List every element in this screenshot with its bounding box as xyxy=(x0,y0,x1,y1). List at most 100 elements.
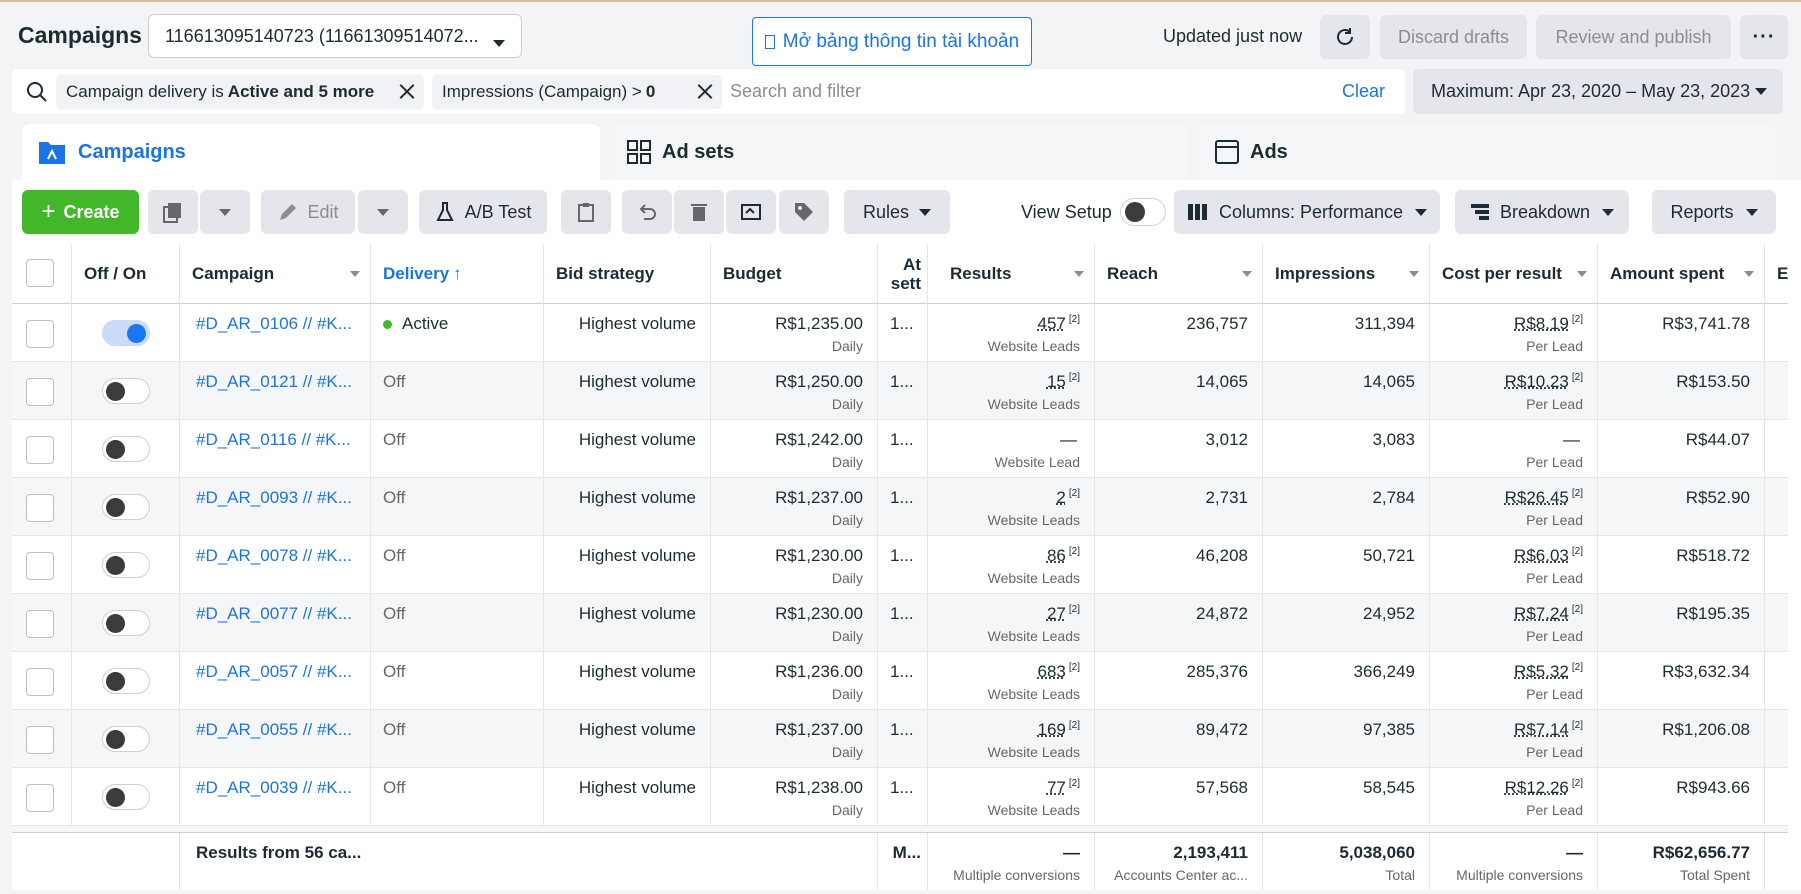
row-checkbox[interactable] xyxy=(26,378,54,406)
filter-chip-delivery[interactable]: Campaign delivery is Active and 5 more xyxy=(56,75,424,109)
columns-button[interactable]: Columns: Performance xyxy=(1174,190,1440,234)
header-amount-spent[interactable]: Amount spent xyxy=(1598,244,1765,304)
campaign-toggle[interactable] xyxy=(102,436,150,462)
export-button[interactable] xyxy=(726,190,776,234)
campaign-toggle[interactable] xyxy=(102,668,150,694)
header-delivery[interactable]: Delivery ↑ xyxy=(371,244,544,304)
campaign-toggle[interactable] xyxy=(102,552,150,578)
campaign-name-link[interactable]: #D_AR_0093 // #K... xyxy=(196,488,352,508)
rules-button[interactable]: Rules xyxy=(844,190,950,234)
budget-value[interactable]: R$1,237.00 xyxy=(775,720,863,740)
duplicate-button[interactable] xyxy=(148,190,198,234)
edit-dropdown[interactable] xyxy=(358,190,408,234)
table-row[interactable]: #D_AR_0106 // #K... Active Highest volume R… xyxy=(12,304,1788,362)
header-budget[interactable]: Budget xyxy=(711,244,878,304)
table-row[interactable]: #D_AR_0078 // #K... Off Highest volume R$1,… xyxy=(12,536,1788,594)
close-icon[interactable] xyxy=(694,80,716,102)
tab-ad-sets[interactable]: Ad sets xyxy=(610,124,1188,180)
account-info-button[interactable]: Mở bảng thông tin tài khoản xyxy=(752,17,1032,66)
sort-icon[interactable] xyxy=(1074,271,1084,277)
vertical-scrollbar[interactable] xyxy=(1788,180,1801,890)
campaign-name-link[interactable]: #D_AR_0077 // #K... xyxy=(196,604,352,624)
filter-chip-impressions[interactable]: Impressions (Campaign) > 0 xyxy=(432,75,722,109)
campaign-name-link[interactable]: #D_AR_0055 // #K... xyxy=(196,720,352,740)
row-checkbox[interactable] xyxy=(26,320,54,348)
campaign-name-link[interactable]: #D_AR_0078 // #K... xyxy=(196,546,352,566)
sort-icon[interactable] xyxy=(1409,271,1419,277)
ab-test-button[interactable]: A/B Test xyxy=(419,190,547,234)
close-icon[interactable] xyxy=(396,80,418,102)
table-row[interactable]: #D_AR_0055 // #K... Off Highest volume R$1,… xyxy=(12,710,1788,768)
sort-icon[interactable] xyxy=(1242,271,1252,277)
breakdown-button[interactable]: Breakdown xyxy=(1455,190,1629,234)
duplicate-dropdown[interactable] xyxy=(200,190,250,234)
budget-value[interactable]: R$1,236.00 xyxy=(775,662,863,682)
budget-type: Daily xyxy=(831,628,863,644)
clear-filters-link[interactable]: Clear xyxy=(1342,81,1385,102)
row-checkbox[interactable] xyxy=(26,668,54,696)
reach-value: 14,065 xyxy=(1196,372,1248,391)
header-reach[interactable]: Reach xyxy=(1095,244,1263,304)
table-row[interactable]: #D_AR_0039 // #K... Off Highest volume R$1,… xyxy=(12,768,1788,826)
row-checkbox[interactable] xyxy=(26,610,54,638)
campaign-name-link[interactable]: #D_AR_0106 // #K... xyxy=(196,314,352,334)
create-button[interactable]: + Create xyxy=(22,190,139,234)
view-setup-toggle[interactable] xyxy=(1120,198,1166,226)
campaign-name-link[interactable]: #D_AR_0039 // #K... xyxy=(196,778,352,798)
budget-value[interactable]: R$1,235.00 xyxy=(775,314,863,334)
row-checkbox[interactable] xyxy=(26,436,54,464)
campaign-toggle[interactable] xyxy=(102,726,150,752)
sort-icon[interactable] xyxy=(1744,271,1754,277)
tag-button[interactable] xyxy=(779,190,829,234)
select-all-checkbox[interactable] xyxy=(26,259,54,287)
campaign-toggle[interactable] xyxy=(102,610,150,636)
campaign-toggle[interactable] xyxy=(102,320,150,346)
table-row[interactable]: #D_AR_0057 // #K... Off Highest volume R$1,… xyxy=(12,652,1788,710)
budget-value[interactable]: R$1,230.00 xyxy=(775,604,863,624)
budget-value[interactable]: R$1,237.00 xyxy=(775,488,863,508)
reports-button[interactable]: Reports xyxy=(1652,190,1776,234)
sort-icon[interactable] xyxy=(350,271,360,277)
refresh-button[interactable] xyxy=(1320,15,1370,59)
undo-button[interactable] xyxy=(622,190,672,234)
budget-value[interactable]: R$1,230.00 xyxy=(775,546,863,566)
row-checkbox[interactable] xyxy=(26,552,54,580)
campaign-name-link[interactable]: #D_AR_0057 // #K... xyxy=(196,662,352,682)
budget-value[interactable]: R$1,238.00 xyxy=(775,778,863,798)
table-row[interactable]: #D_AR_0077 // #K... Off Highest volume R$1,… xyxy=(12,594,1788,652)
header-campaign[interactable]: Campaign xyxy=(180,244,371,304)
tab-ads[interactable]: Ads xyxy=(1198,124,1776,180)
table-row[interactable]: #D_AR_0121 // #K... Off Highest volume R$1,… xyxy=(12,362,1788,420)
account-selector[interactable]: 116613095140723 (11661309514072... xyxy=(148,14,522,58)
date-range-button[interactable]: Maximum: Apr 23, 2020 – May 23, 2023 xyxy=(1413,69,1783,114)
header-results[interactable]: Results xyxy=(928,244,1095,304)
header-cost-per-result[interactable]: Cost per result xyxy=(1430,244,1598,304)
campaign-toggle[interactable] xyxy=(102,784,150,810)
campaign-toggle[interactable] xyxy=(102,378,150,404)
campaign-name-link[interactable]: #D_AR_0116 // #K... xyxy=(196,430,351,450)
budget-value[interactable]: R$1,242.00 xyxy=(775,430,863,450)
sort-icon[interactable] xyxy=(1577,271,1587,277)
header-extra[interactable]: E xyxy=(1765,244,1788,304)
delete-button[interactable] xyxy=(674,190,724,234)
header-bid-strategy[interactable]: Bid strategy xyxy=(544,244,711,304)
tab-campaigns[interactable]: Campaigns xyxy=(22,124,600,180)
header-attribution[interactable]: At sett xyxy=(878,244,928,304)
more-options-button[interactable]: ··· xyxy=(1740,15,1788,59)
clipboard-button[interactable] xyxy=(561,190,611,234)
header-impressions[interactable]: Impressions xyxy=(1263,244,1430,304)
row-checkbox[interactable] xyxy=(26,726,54,754)
review-publish-button[interactable]: Review and publish xyxy=(1536,15,1731,59)
results-footnote: [2] xyxy=(1068,546,1080,558)
campaign-name-link[interactable]: #D_AR_0121 // #K... xyxy=(196,372,352,392)
campaign-toggle[interactable] xyxy=(102,494,150,520)
table-row[interactable]: #D_AR_0116 // #K... Off Highest volume R$1,… xyxy=(12,420,1788,478)
search-input[interactable]: Search and filter xyxy=(730,81,861,102)
table-row[interactable]: #D_AR_0093 // #K... Off Highest volume R$1,… xyxy=(12,478,1788,536)
edit-button[interactable]: Edit xyxy=(261,190,355,234)
discard-drafts-button[interactable]: Discard drafts xyxy=(1380,15,1527,59)
row-checkbox[interactable] xyxy=(26,784,54,812)
row-campaign-cell: #D_AR_0121 // #K... xyxy=(180,362,371,420)
row-checkbox[interactable] xyxy=(26,494,54,522)
budget-value[interactable]: R$1,250.00 xyxy=(775,372,863,392)
